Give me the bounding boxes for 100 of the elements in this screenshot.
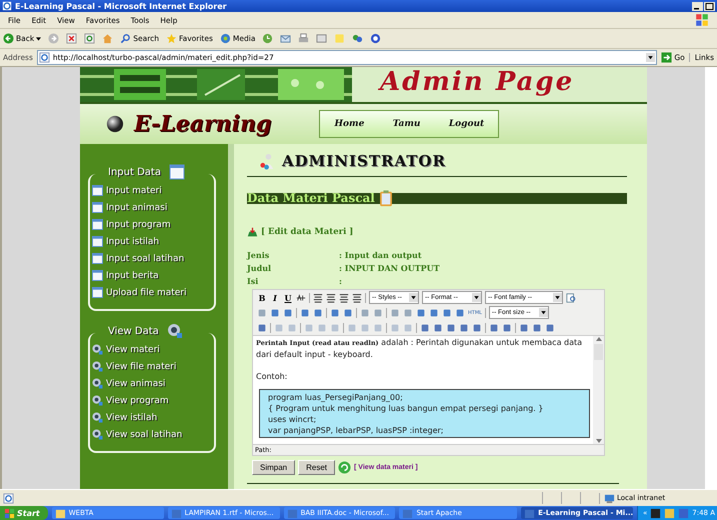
- messenger-icon[interactable]: [352, 33, 364, 44]
- app-icon: [170, 508, 182, 518]
- scroll-up-icon[interactable]: [594, 336, 602, 342]
- sidebar-link[interactable]: Input program: [92, 216, 210, 233]
- app-icon: [286, 508, 298, 518]
- code-line: program luas_PersegiPanjang_00;: [268, 392, 404, 403]
- sidebar-link[interactable]: View file materi: [92, 358, 210, 375]
- webcam-icon: [92, 361, 103, 372]
- align-icon[interactable]: [326, 292, 336, 302]
- page-icon: [38, 52, 50, 63]
- sidebar-link[interactable]: Upload file materi: [92, 284, 210, 301]
- page-icon: [3, 492, 14, 504]
- webcam-icon: [166, 323, 183, 339]
- sphere-icon: [106, 115, 124, 133]
- dropdown-arrow-icon: [472, 293, 481, 302]
- code-line: var panjangPSP, lebarPSP, luasPSP :integer;: [268, 425, 444, 436]
- forward-icon[interactable]: [48, 33, 60, 44]
- window-icon: [92, 219, 103, 230]
- sidebar-link[interactable]: Input materi: [92, 182, 210, 199]
- refresh-icon: [338, 461, 352, 474]
- field-label: Judul: [247, 262, 272, 272]
- edit-data-link[interactable]: [ Edit data Materi ]: [261, 227, 354, 237]
- align-icon[interactable]: [313, 292, 323, 302]
- minimize-button[interactable]: [692, 2, 703, 10]
- banner-title: Admin Page: [380, 67, 574, 97]
- mail-icon[interactable]: [280, 33, 292, 44]
- dropdown-arrow-icon[interactable]: [646, 53, 656, 62]
- align-icon[interactable]: [352, 292, 362, 302]
- format-button[interactable]: B: [257, 292, 267, 302]
- computer-icon: [604, 492, 615, 504]
- globe-icon[interactable]: [370, 33, 382, 44]
- upload-icon: [247, 226, 258, 238]
- sidebar-link[interactable]: View program: [92, 392, 210, 409]
- arrow-icon: [661, 52, 672, 63]
- nav-link[interactable]: Home: [334, 119, 364, 129]
- back-arrow-icon: [3, 33, 14, 44]
- panel-title: Input Data: [106, 166, 163, 178]
- dropdown-arrow-icon: [553, 293, 562, 302]
- preview-icon[interactable]: [566, 292, 576, 302]
- field-value: : INPUT DAN OUTPUT: [339, 262, 440, 272]
- star-icon: [166, 33, 177, 44]
- window-icon: [92, 236, 103, 247]
- user-icon: [259, 152, 276, 170]
- form-button[interactable]: Reset: [298, 460, 336, 475]
- page-scrollbar[interactable]: [705, 67, 717, 489]
- align-icon[interactable]: [339, 292, 349, 302]
- maximize-button[interactable]: [704, 2, 715, 10]
- section-title: Data Materi Pascal: [247, 193, 375, 204]
- browser-icon: [2, 1, 12, 11]
- webcam-icon: [92, 395, 103, 406]
- print-icon[interactable]: [298, 33, 310, 44]
- webcam-icon: [92, 429, 103, 440]
- tray-icon[interactable]: [650, 508, 662, 518]
- editor-text-area[interactable]: [253, 335, 604, 444]
- webcam-icon: [92, 412, 103, 423]
- code-line: { Program untuk menghitung luas bangun empat persegi panjang. }: [268, 403, 544, 414]
- app-icon: [402, 508, 414, 518]
- disc-icon: [220, 33, 231, 44]
- sidebar-link[interactable]: Input animasi: [92, 199, 210, 216]
- window-title: E-Learning Pascal - Microsoft Internet Explorer: [15, 2, 228, 10]
- folder-icon: [54, 508, 66, 518]
- app-icon: [524, 508, 536, 518]
- sidebar-link[interactable]: View materi: [92, 341, 210, 358]
- panel-title: View Data: [106, 326, 161, 336]
- nav-link[interactable]: Tamu: [392, 119, 420, 129]
- windows-logo-icon: [695, 13, 709, 27]
- field-value: :: [339, 276, 342, 286]
- window-icon: [92, 270, 103, 281]
- scroll-thumb[interactable]: [594, 344, 603, 360]
- sidebar-link[interactable]: View istilah: [92, 409, 210, 426]
- scroll-down-icon[interactable]: [594, 438, 602, 444]
- window-icon: [92, 185, 103, 196]
- dropdown-arrow-icon: [538, 308, 548, 317]
- stop-icon[interactable]: [66, 33, 78, 44]
- sidebar-link[interactable]: Input soal latihan: [92, 250, 210, 267]
- home-icon[interactable]: [102, 33, 114, 44]
- clipboard-icon: [378, 190, 393, 207]
- sidebar-link[interactable]: View soal latihan: [92, 426, 210, 443]
- sidebar-link[interactable]: Input istilah: [92, 233, 210, 250]
- scrollbar[interactable]: [593, 336, 604, 444]
- sidebar-link[interactable]: View animasi: [92, 375, 210, 392]
- field-label: Jenis: [247, 250, 270, 260]
- webcam-icon: [92, 344, 103, 355]
- history-icon[interactable]: [262, 33, 274, 44]
- search-icon: [120, 33, 132, 44]
- strikethrough-icon[interactable]: [296, 292, 306, 302]
- form-button[interactable]: Simpan: [252, 460, 296, 475]
- window-icon: [92, 202, 103, 213]
- nav-link[interactable]: Logout: [448, 119, 484, 129]
- format-button[interactable]: I: [270, 292, 280, 302]
- window-icon: [92, 253, 103, 264]
- code-line: uses wincrt;: [268, 414, 318, 425]
- page-heading: ADMINISTRATOR: [282, 152, 446, 170]
- start-button[interactable]: Start: [0, 506, 48, 520]
- refresh-icon[interactable]: [84, 33, 96, 44]
- format-button[interactable]: U: [283, 292, 293, 302]
- sidebar-link[interactable]: Input berita: [92, 267, 210, 284]
- caret-icon[interactable]: [36, 36, 42, 40]
- window-icon: [92, 287, 103, 298]
- webcam-icon: [92, 378, 103, 389]
